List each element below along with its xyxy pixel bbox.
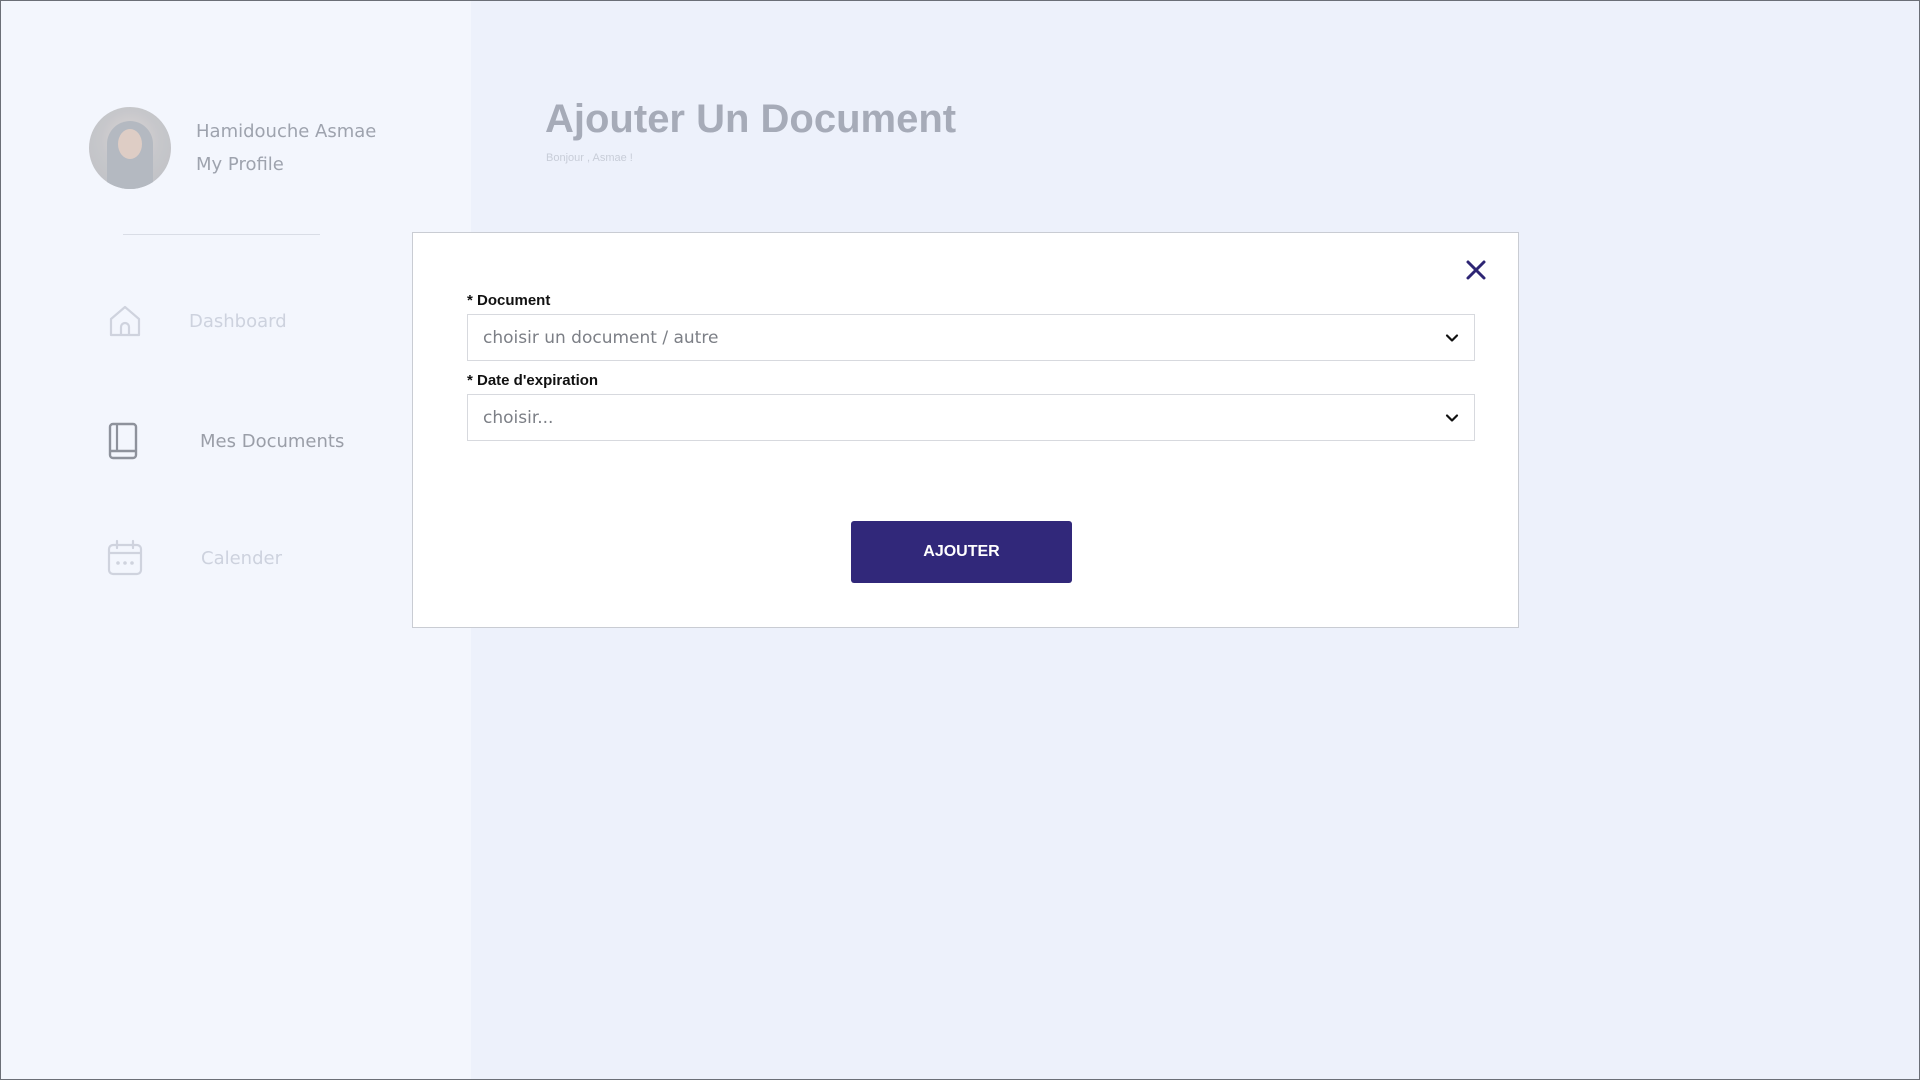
page-title: Ajouter Un Document [545, 97, 957, 141]
sidebar-divider [123, 234, 320, 235]
avatar[interactable] [89, 107, 171, 189]
expiration-date-select[interactable]: choisir... [467, 394, 1475, 441]
expiration-date-select-value: choisir... [483, 407, 554, 428]
sidebar-item-label: Mes Documents [200, 430, 345, 452]
profile-text: Hamidouche Asmae My Profile [196, 121, 376, 175]
sidebar-item-mes-documents[interactable]: Mes Documents [105, 421, 344, 461]
book-icon [108, 422, 138, 460]
sidebar-item-label: Calender [201, 547, 282, 569]
sidebar-item-label: Dashboard [189, 310, 287, 332]
ajouter-button[interactable]: AJOUTER [851, 521, 1072, 583]
page-subtitle: Bonjour , Asmae ! [546, 152, 633, 164]
sidebar-item-calender[interactable]: Calender [105, 538, 282, 578]
sidebar: Hamidouche Asmae My Profile Dashboard Me… [1, 1, 471, 1079]
sidebar-item-dashboard[interactable]: Dashboard [105, 301, 287, 341]
document-field-label: * Document [467, 292, 551, 309]
expiration-date-field-label: * Date d'expiration [467, 372, 599, 389]
document-select[interactable]: choisir un document / autre [467, 314, 1475, 361]
add-document-modal: * Document choisir un document / autre *… [412, 232, 1519, 628]
document-select-value: choisir un document / autre [483, 327, 719, 348]
my-profile-link[interactable]: My Profile [196, 154, 376, 175]
calendar-icon [107, 539, 143, 576]
profile-block[interactable]: Hamidouche Asmae My Profile [89, 107, 376, 189]
profile-name: Hamidouche Asmae [196, 121, 377, 142]
chevron-down-icon [1445, 333, 1459, 342]
home-icon [109, 305, 141, 337]
app-window: Hamidouche Asmae My Profile Dashboard Me… [0, 0, 1920, 1080]
avatar-face [118, 129, 142, 159]
close-icon[interactable] [1464, 258, 1488, 282]
chevron-down-icon [1445, 413, 1459, 422]
